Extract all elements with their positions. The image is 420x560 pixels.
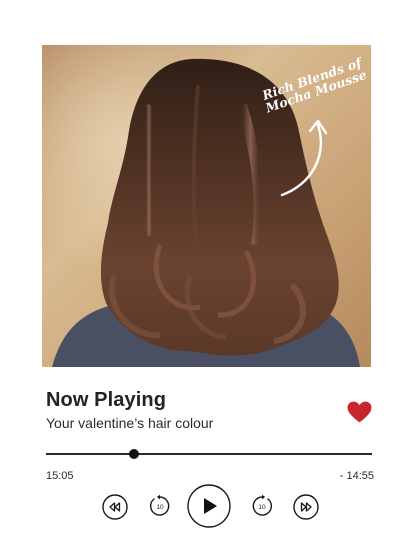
rewind-button[interactable] — [102, 494, 128, 520]
skip-forward-button[interactable]: 10 — [250, 494, 274, 518]
remaining-time: - 14:55 — [339, 470, 374, 482]
progress-bar[interactable] — [46, 448, 372, 460]
elapsed-time: 15:05 — [46, 470, 74, 482]
skip-forward-seconds: 10 — [258, 504, 266, 511]
now-playing-title: Now Playing — [46, 389, 167, 411]
play-button[interactable] — [187, 484, 231, 528]
replay-10-icon: 10 — [150, 494, 170, 516]
skip-back-seconds: 10 — [156, 504, 164, 511]
rewind-icon — [102, 494, 128, 520]
progress-track — [46, 453, 372, 455]
heart-icon — [347, 401, 372, 423]
play-icon — [187, 484, 231, 528]
forward-10-icon: 10 — [252, 494, 272, 516]
like-button[interactable] — [347, 401, 372, 423]
fast-forward-button[interactable] — [293, 494, 319, 520]
skip-back-button[interactable]: 10 — [148, 494, 172, 518]
progress-knob[interactable] — [129, 449, 140, 459]
track-subtitle: Your valentine’s hair colour — [46, 415, 214, 431]
fast-forward-icon — [293, 494, 319, 520]
